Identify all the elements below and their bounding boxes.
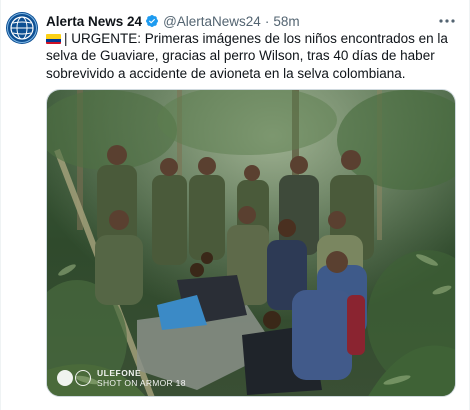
tweet-photo[interactable]: ULEFONE SHOT ON ARMOR 18 — [46, 89, 456, 397]
globe-logo-icon — [7, 13, 37, 43]
camera-watermark: ULEFONE SHOT ON ARMOR 18 — [57, 368, 186, 388]
watermark-sub: SHOT ON ARMOR 18 — [97, 378, 186, 388]
display-name[interactable]: Alerta News 24 — [46, 14, 142, 29]
more-options-icon[interactable] — [437, 13, 457, 29]
colombia-flag-icon — [46, 34, 61, 44]
avatar[interactable] — [6, 12, 38, 44]
watermark-brand: ULEFONE — [97, 368, 142, 378]
watermark-logo-icon — [57, 370, 93, 386]
tweet-text: | URGENTE: Primeras imágenes de los niño… — [46, 30, 461, 82]
timestamp[interactable]: 58m — [273, 14, 299, 29]
tweet-header: Alerta News 24 @AlertaNews24 · 58m — [46, 12, 457, 30]
separator-dot: · — [264, 13, 270, 29]
jungle-group-photo — [47, 90, 455, 396]
tweet-text-content: | URGENTE: Primeras imágenes de los niño… — [46, 31, 452, 81]
tweet-card[interactable]: Alerta News 24 @AlertaNews24 · 58m | URG… — [0, 0, 470, 410]
verified-badge-icon — [145, 14, 159, 28]
user-handle[interactable]: @AlertaNews24 — [163, 14, 261, 29]
